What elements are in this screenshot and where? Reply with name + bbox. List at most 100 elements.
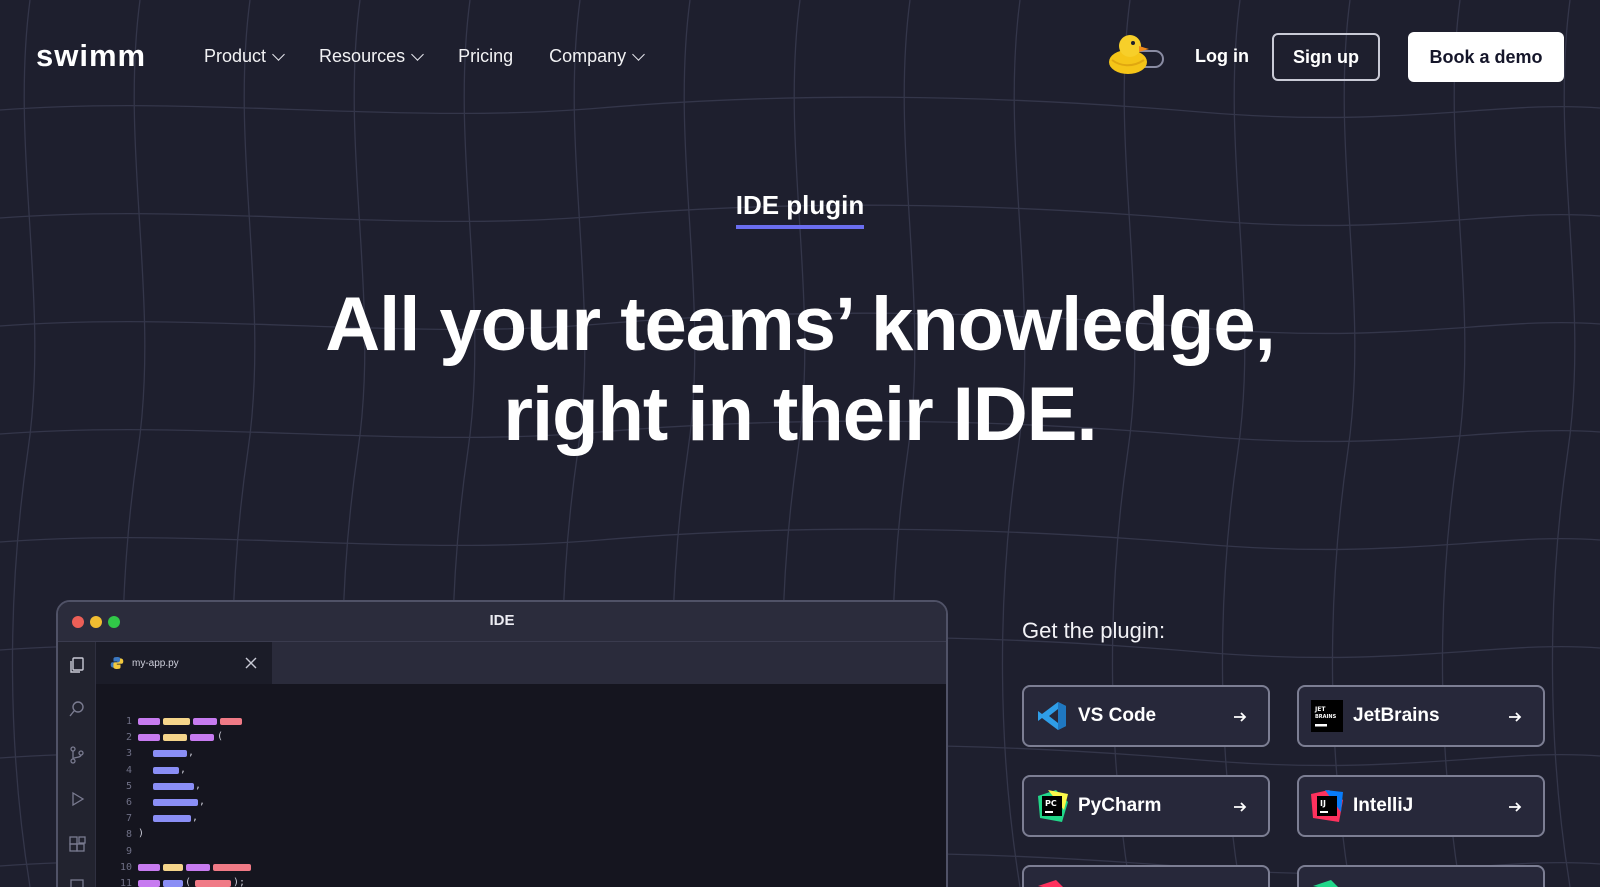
code-line: 9: [96, 844, 946, 860]
files-icon[interactable]: [68, 656, 86, 674]
plugin-card-partial[interactable]: [1022, 865, 1270, 887]
document-icon[interactable]: [68, 878, 86, 887]
code-token: [195, 879, 231, 887]
svg-text:BRAINS: BRAINS: [1315, 714, 1337, 720]
code-token: [153, 815, 191, 823]
login-link[interactable]: Log in: [1195, 46, 1249, 67]
menu-item-product[interactable]: Product: [204, 46, 285, 67]
arrow-right-icon: [1234, 802, 1247, 812]
line-number: 1: [125, 716, 132, 727]
line-number: 10: [119, 861, 132, 873]
code-token: [163, 718, 190, 725]
plugin-label: PyCharm: [1078, 795, 1162, 816]
code-token: [138, 718, 160, 725]
code-paren: ): [138, 828, 145, 840]
line-number: 6: [125, 796, 132, 808]
plugin-icon: [1038, 880, 1063, 887]
code-token: [138, 879, 160, 887]
arrow-right-icon: [1509, 802, 1522, 812]
svg-text:IJ: IJ: [1320, 799, 1326, 808]
menu-item-resources[interactable]: Resources: [319, 46, 424, 67]
code-token: [213, 863, 251, 871]
plugin-label: JetBrains: [1353, 705, 1440, 726]
menu-item-company[interactable]: Company: [549, 46, 646, 67]
duck-theme-toggle[interactable]: [1106, 30, 1170, 76]
code-line: 11 ( );: [96, 876, 946, 887]
jetbrains-plugin-card[interactable]: JET BRAINS JetBrains: [1297, 685, 1545, 747]
code-line: 7 ,: [96, 811, 946, 827]
code-token: [153, 798, 198, 806]
code-paren: (: [185, 876, 192, 887]
ide-title: IDE: [489, 612, 515, 629]
headline-line-2: right in their IDE.: [503, 372, 1097, 457]
close-icon[interactable]: [244, 656, 258, 670]
code-comma: ,: [195, 779, 202, 791]
code-token: [163, 879, 183, 887]
plugin-label: VS Code: [1078, 705, 1157, 726]
top-nav: swimm Product Resources Pricing Company: [0, 0, 1600, 116]
code-paren: );: [233, 876, 246, 887]
swimm-logo[interactable]: swimm: [36, 38, 146, 74]
code-token: [138, 863, 160, 871]
line-number: 7: [125, 813, 132, 825]
code-line: 3 ,: [96, 746, 946, 762]
pycharm-plugin-card[interactable]: PC PyCharm: [1022, 775, 1270, 837]
vscode-icon: [1038, 702, 1066, 730]
code-line: 2 (: [96, 730, 946, 746]
intellij-icon: IJ: [1311, 790, 1343, 822]
code-comma: ,: [192, 812, 199, 824]
eyebrow-label: IDE plugin: [735, 190, 865, 229]
code-editor[interactable]: 1 2 ( 3 , 4 , 5 , 6 , 7 , 8) 9 10 11 (…: [96, 684, 946, 887]
rubber-duck-icon: [1109, 35, 1149, 74]
eyebrow: IDE plugin: [0, 190, 1600, 229]
search-icon[interactable]: [68, 700, 86, 718]
vscode-plugin-card[interactable]: VS Code: [1022, 685, 1270, 747]
chevron-down-icon: [411, 47, 424, 61]
code-paren: (: [217, 731, 224, 743]
plugin-section-title: Get the plugin:: [1022, 618, 1166, 643]
svg-text:PC: PC: [1045, 799, 1057, 808]
menu-item-label: Product: [204, 46, 267, 66]
code-comma: ,: [180, 763, 187, 775]
code-token: [163, 734, 187, 742]
code-token: [138, 734, 160, 742]
source-control-icon[interactable]: [68, 746, 86, 764]
headline-line-1: All your teams’ knowledge,: [325, 282, 1276, 367]
chevron-down-icon: [272, 47, 285, 61]
ide-titlebar: IDE: [58, 602, 946, 642]
signup-button[interactable]: Sign up: [1272, 33, 1380, 81]
code-token: [163, 863, 183, 871]
code-line: 5 ,: [96, 779, 946, 795]
menu-item-label: Pricing: [458, 46, 514, 66]
intellij-plugin-card[interactable]: IJ IntelliJ: [1297, 775, 1545, 837]
plugin-icon: [1313, 880, 1338, 887]
svg-text:JET: JET: [1314, 706, 1326, 713]
line-number: 9: [125, 845, 132, 857]
plugin-label: IntelliJ: [1353, 795, 1414, 816]
line-number: 2: [125, 732, 132, 744]
menu-item-label: Company: [549, 46, 627, 66]
jetbrains-icon: JET BRAINS: [1311, 700, 1343, 732]
code-token: [153, 782, 194, 790]
menu-item-pricing[interactable]: Pricing: [458, 46, 513, 67]
chevron-down-icon: [632, 47, 646, 61]
tab-filename: my-app.py: [132, 657, 179, 669]
arrow-right-icon: [1509, 712, 1522, 722]
code-token: [190, 734, 214, 742]
code-token: [153, 750, 187, 758]
extensions-icon[interactable]: [68, 836, 86, 854]
hero-headline: All your teams’ knowledge, right in thei…: [0, 280, 1600, 460]
menu-item-label: Resources: [319, 46, 406, 66]
editor-tab-my-app[interactable]: my-app.py: [96, 642, 272, 684]
main-menu: Product Resources Pricing Company: [204, 46, 646, 67]
line-number: 5: [125, 780, 132, 792]
run-debug-icon[interactable]: [68, 790, 86, 808]
ide-window: IDE my-app.py 1 2 (3 , 4 , 5 , 6 , 7 , …: [56, 600, 948, 887]
code-token: [153, 766, 179, 774]
line-number: 8: [125, 829, 132, 841]
line-number: 3: [125, 748, 132, 760]
plugin-card-partial[interactable]: [1297, 865, 1545, 887]
code-token: [220, 718, 242, 725]
book-demo-button[interactable]: Book a demo: [1408, 32, 1564, 82]
activity-bar: [58, 642, 96, 887]
